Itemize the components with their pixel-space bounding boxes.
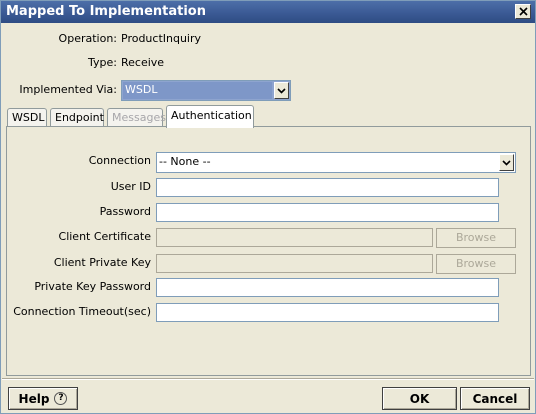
connection-select[interactable]: -- None -- [156, 152, 516, 173]
client-private-key-label: Client Private Key [53, 256, 151, 269]
operation-value: ProductInquiry [121, 32, 202, 45]
ok-button[interactable]: OK [382, 387, 457, 410]
help-button[interactable]: Help ? [8, 387, 78, 410]
connection-label: Connection [88, 154, 151, 167]
dropdown-button[interactable] [499, 154, 514, 171]
tab-authentication[interactable]: Authentication [166, 105, 254, 128]
chevron-down-icon [277, 87, 286, 94]
operation-label: Operation: [58, 32, 117, 45]
dialog-window: Mapped To Implementation Operation: Prod… [0, 0, 536, 414]
user-id-field[interactable] [156, 178, 499, 197]
user-id-label: User ID [110, 180, 151, 193]
close-button[interactable] [515, 4, 531, 19]
cancel-button[interactable]: Cancel [460, 387, 530, 410]
private-key-password-field[interactable] [156, 278, 499, 297]
help-label: Help [18, 391, 50, 406]
type-label: Type: [88, 56, 117, 69]
implemented-via-label: Implemented Via: [19, 83, 117, 96]
connection-value: -- None -- [159, 155, 211, 168]
tab-endpoint[interactable]: Endpoint [50, 108, 104, 127]
close-icon [518, 7, 528, 16]
help-icon: ? [54, 392, 68, 405]
private-key-password-label: Private Key Password [34, 280, 151, 293]
chevron-down-icon [502, 159, 511, 166]
tab-messages: Messages [107, 108, 166, 127]
connection-timeout-field[interactable] [156, 303, 499, 322]
type-value: Receive [121, 56, 165, 69]
tab-wsdl[interactable]: WSDL [7, 108, 47, 127]
authentication-panel: Connection -- None -- User ID Password C… [6, 126, 531, 376]
implemented-via-value: WSDL [123, 82, 272, 99]
password-field[interactable] [156, 203, 499, 222]
client-certificate-field [156, 228, 433, 247]
client-certificate-browse-button: Browse [436, 228, 516, 248]
title-bar[interactable]: Mapped To Implementation [1, 1, 535, 23]
client-private-key-browse-button: Browse [436, 254, 516, 274]
footer-divider [2, 378, 534, 380]
client-private-key-field [156, 254, 433, 273]
password-label: Password [99, 205, 151, 218]
implemented-via-select[interactable]: WSDL [121, 80, 291, 101]
connection-timeout-label: Connection Timeout(sec) [13, 305, 151, 318]
window-title: Mapped To Implementation [6, 4, 206, 19]
client-certificate-label: Client Certificate [58, 230, 151, 243]
dropdown-button[interactable] [274, 82, 289, 99]
